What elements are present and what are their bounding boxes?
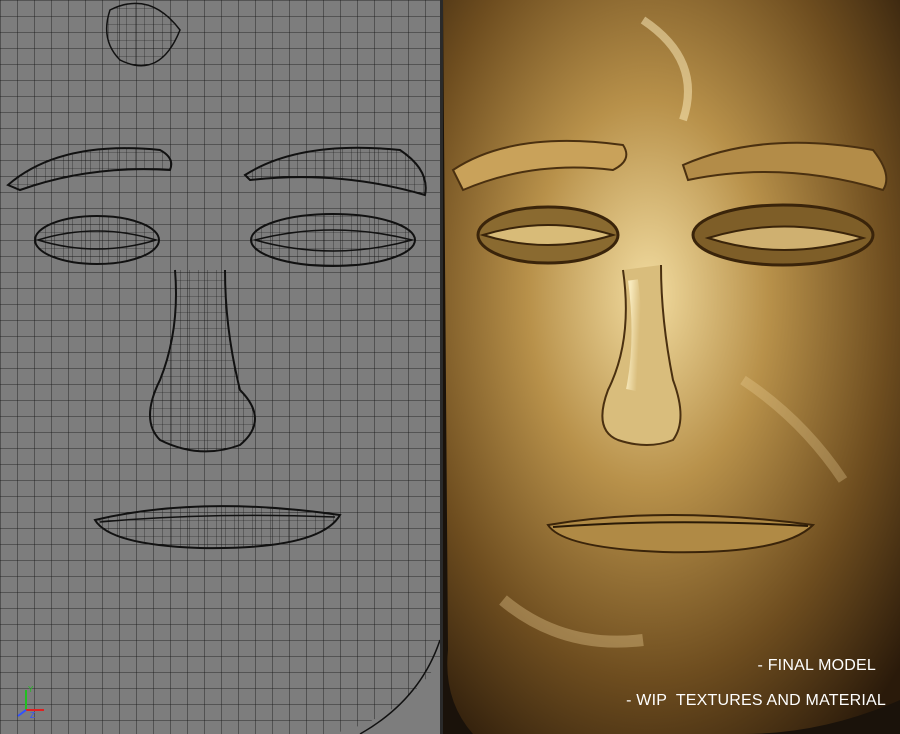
right-eye-wire: [250, 213, 416, 267]
wireframe-viewport[interactable]: Y Z: [0, 0, 440, 734]
axis-gizmo-icon[interactable]: Y Z: [14, 684, 48, 720]
caption-final-model: - FINAL MODEL: [757, 657, 876, 674]
gold-mask-render: [443, 0, 900, 734]
wireframe-mesh: [0, 0, 440, 734]
render-comparison: Y Z - FINAL MODEL - WIP TEXTURES AND MAT…: [0, 0, 900, 734]
left-eye-wire: [34, 215, 160, 265]
axis-y-label: Y: [28, 685, 34, 694]
caption-wip-textures: - WIP TEXTURES AND MATERIAL: [626, 692, 886, 709]
render-viewport[interactable]: [443, 0, 900, 734]
axis-z-label: Z: [30, 711, 35, 720]
